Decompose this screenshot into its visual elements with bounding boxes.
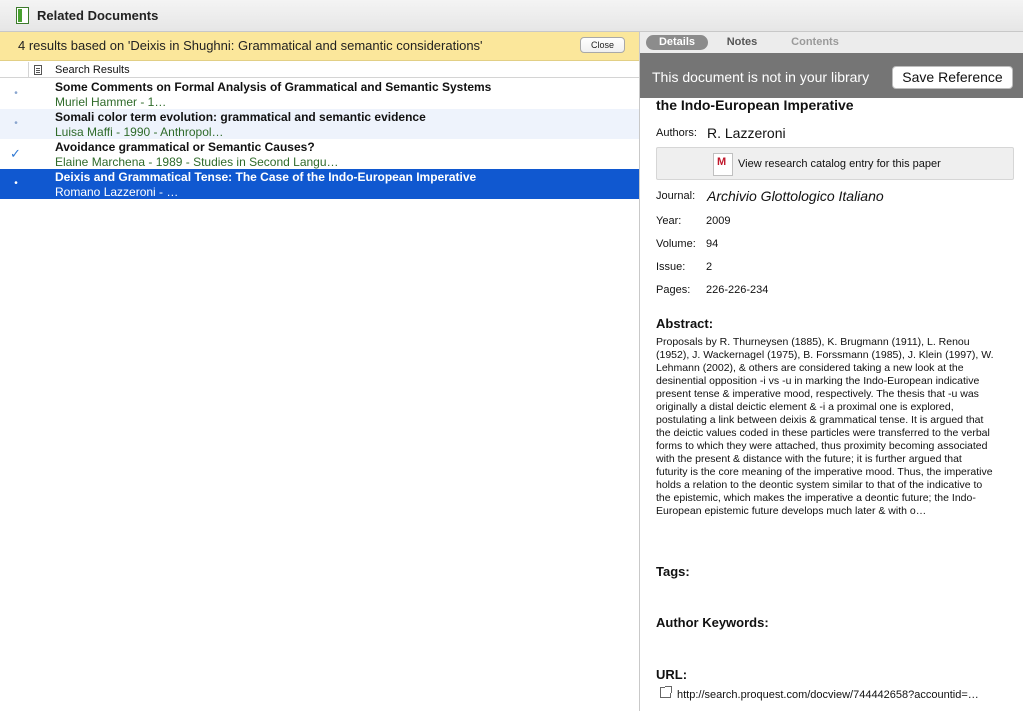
tab-notes[interactable]: Notes	[720, 35, 764, 50]
checkmark-icon: ✓	[10, 146, 21, 161]
view-catalog-entry-label: View research catalog entry for this pap…	[738, 158, 941, 170]
result-subtitle: Romano Lazzeroni - …	[55, 185, 179, 199]
author-keywords-heading: Author Keywords:	[656, 615, 769, 630]
result-subtitle: Muriel Hammer - 1…	[55, 95, 167, 109]
external-link-icon[interactable]	[660, 686, 672, 698]
abstract-text[interactable]: Proposals by R. Thurneysen (1885), K. Br…	[656, 336, 996, 518]
results-list: • Some Comments on Formal Analysis of Gr…	[0, 79, 639, 199]
details-tabs: Details Notes Contents	[640, 32, 1023, 53]
mendeley-icon	[713, 153, 733, 176]
library-status-message: This document is not in your library	[652, 69, 870, 85]
abstract-heading: Abstract:	[656, 316, 714, 331]
results-column-header[interactable]: Search Results	[0, 62, 639, 78]
pages-value[interactable]: 226-226-234	[706, 284, 768, 296]
volume-label: Volume:	[656, 238, 696, 250]
result-subtitle: Luisa Maffi - 1990 - Anthropol…	[55, 125, 224, 139]
url-link[interactable]: http://search.proquest.com/docview/74444…	[677, 689, 979, 701]
journal-value[interactable]: Archivio Glottologico Italiano	[707, 188, 884, 204]
authors-value[interactable]: R. Lazzeroni	[707, 125, 786, 141]
title-bar: Related Documents	[0, 0, 1023, 32]
view-catalog-entry-button[interactable]: View research catalog entry for this pap…	[656, 147, 1014, 180]
window-title: Related Documents	[37, 8, 159, 23]
authors-label: Authors:	[656, 127, 697, 139]
issue-value[interactable]: 2	[706, 261, 712, 273]
result-title: Somali color term evolution: grammatical…	[55, 110, 426, 124]
result-subtitle: Elaine Marchena - 1989 - Studies in Seco…	[55, 155, 339, 169]
volume-value[interactable]: 94	[706, 238, 718, 250]
result-row-selected[interactable]: • Deixis and Grammatical Tense: The Case…	[0, 169, 639, 199]
tab-details[interactable]: Details	[646, 35, 708, 50]
document-title[interactable]: the Indo-European Imperative	[656, 97, 854, 113]
journal-label: Journal:	[656, 190, 696, 202]
unread-dot-icon: •	[14, 88, 18, 99]
results-summary: 4 results based on 'Deixis in Shughni: G…	[18, 38, 483, 53]
save-reference-button[interactable]: Save Reference	[892, 66, 1013, 89]
pages-label: Pages:	[656, 284, 691, 296]
unread-dot-icon: •	[14, 178, 18, 189]
result-row[interactable]: • Somali color term evolution: grammatic…	[0, 109, 639, 139]
library-status-bar: This document is not in your library Sav…	[640, 53, 1023, 98]
document-icon	[34, 65, 42, 75]
issue-label: Issue:	[656, 261, 686, 273]
url-heading: URL:	[656, 667, 688, 682]
result-title: Some Comments on Formal Analysis of Gram…	[55, 80, 492, 94]
result-row[interactable]: ✓ Avoidance grammatical or Semantic Caus…	[0, 139, 639, 169]
details-pane: Details Notes Contents This document is …	[640, 32, 1023, 711]
mendeley-app-icon	[16, 7, 29, 24]
related-documents-window: Related Documents 4 results based on 'De…	[0, 0, 1023, 711]
results-pane: 4 results based on 'Deixis in Shughni: G…	[0, 32, 640, 711]
search-results-header: Search Results	[55, 64, 130, 76]
result-title: Deixis and Grammatical Tense: The Case o…	[55, 170, 477, 184]
result-title: Avoidance grammatical or Semantic Causes…	[55, 140, 315, 154]
results-banner: 4 results based on 'Deixis in Shughni: G…	[0, 32, 639, 61]
year-value[interactable]: 2009	[706, 215, 730, 227]
year-label: Year:	[656, 215, 682, 227]
column-separator	[28, 62, 29, 78]
close-button[interactable]: Close	[580, 37, 625, 53]
tags-heading: Tags:	[656, 564, 690, 579]
tab-contents[interactable]: Contents	[784, 35, 846, 50]
unread-dot-icon: •	[14, 118, 18, 129]
result-row[interactable]: • Some Comments on Formal Analysis of Gr…	[0, 79, 639, 109]
